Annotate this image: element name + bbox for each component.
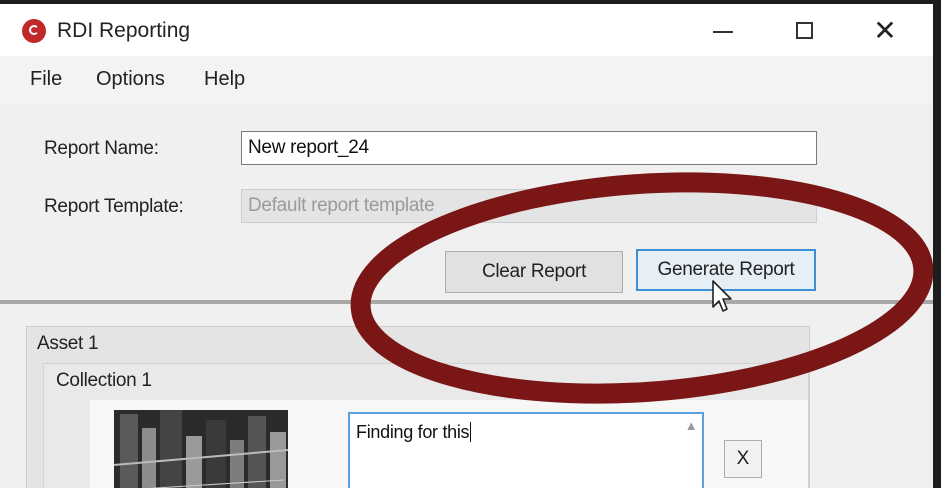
report-form: Report Name: New report_24 Report Templa… bbox=[0, 104, 933, 300]
maximize-icon bbox=[795, 21, 813, 39]
title-bar[interactable]: RDI Reporting ✕ bbox=[0, 4, 933, 56]
finding-text: Finding for this bbox=[356, 422, 470, 442]
minimize-button[interactable] bbox=[700, 12, 746, 48]
screen: RDI Reporting ✕ File Options Help Report… bbox=[0, 0, 941, 488]
minimize-icon bbox=[713, 31, 733, 33]
maximize-button[interactable] bbox=[781, 12, 827, 48]
collection-title: Collection 1 bbox=[56, 370, 152, 391]
menu-bar: File Options Help bbox=[0, 56, 933, 104]
asset-group: Asset 1 Collection 1 Finding for this ▲ … bbox=[26, 326, 810, 488]
report-template-label: Report Template: bbox=[44, 196, 184, 217]
generate-report-button[interactable]: Generate Report bbox=[636, 249, 816, 291]
rdi-reporting-window: RDI Reporting ✕ File Options Help Report… bbox=[0, 4, 933, 488]
text-caret bbox=[470, 422, 472, 442]
asset-title: Asset 1 bbox=[37, 333, 99, 354]
screen-right-edge bbox=[933, 0, 941, 488]
window-title: RDI Reporting bbox=[57, 19, 191, 42]
menu-help[interactable]: Help bbox=[204, 68, 245, 91]
rdi-app-icon bbox=[22, 19, 46, 43]
asset-panel: Asset 1 Collection 1 Finding for this ▲ … bbox=[0, 304, 933, 488]
thumbnail-image bbox=[114, 410, 288, 488]
report-template-select[interactable]: Default report template bbox=[241, 189, 817, 223]
scroll-up-arrow-icon[interactable]: ▲ bbox=[682, 416, 700, 434]
collection-thumbnail[interactable] bbox=[114, 410, 288, 488]
menu-file[interactable]: File bbox=[30, 68, 62, 91]
menu-options[interactable]: Options bbox=[96, 68, 165, 91]
close-button[interactable]: ✕ bbox=[862, 12, 908, 48]
collection-group: Collection 1 Finding for this ▲ X bbox=[43, 363, 809, 488]
report-name-label: Report Name: bbox=[44, 138, 159, 159]
clear-report-button[interactable]: Clear Report bbox=[445, 251, 623, 293]
close-icon: ✕ bbox=[873, 14, 897, 46]
report-name-input[interactable]: New report_24 bbox=[241, 131, 817, 165]
collection-body: Finding for this ▲ X bbox=[90, 400, 808, 488]
finding-textarea[interactable]: Finding for this ▲ bbox=[348, 412, 704, 488]
remove-finding-button[interactable]: X bbox=[724, 440, 762, 478]
